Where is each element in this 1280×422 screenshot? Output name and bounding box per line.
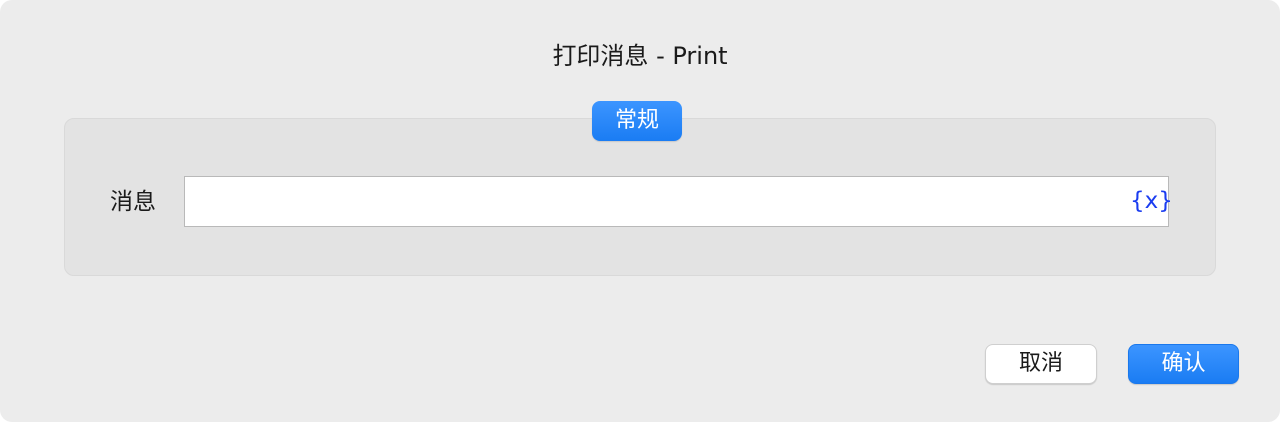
confirm-button[interactable]: 确认	[1128, 344, 1239, 384]
cancel-button[interactable]: 取消	[985, 344, 1097, 384]
tab-general[interactable]: 常规	[592, 101, 682, 141]
dialog-title: 打印消息 - Print	[552, 42, 728, 70]
insert-variable-icon[interactable]: {x}	[1130, 184, 1173, 218]
message-input[interactable]	[184, 176, 1169, 227]
print-message-dialog: 打印消息 - Print 常规 消息 {x} 取消 确认	[0, 0, 1280, 422]
message-label: 消息	[110, 189, 156, 215]
